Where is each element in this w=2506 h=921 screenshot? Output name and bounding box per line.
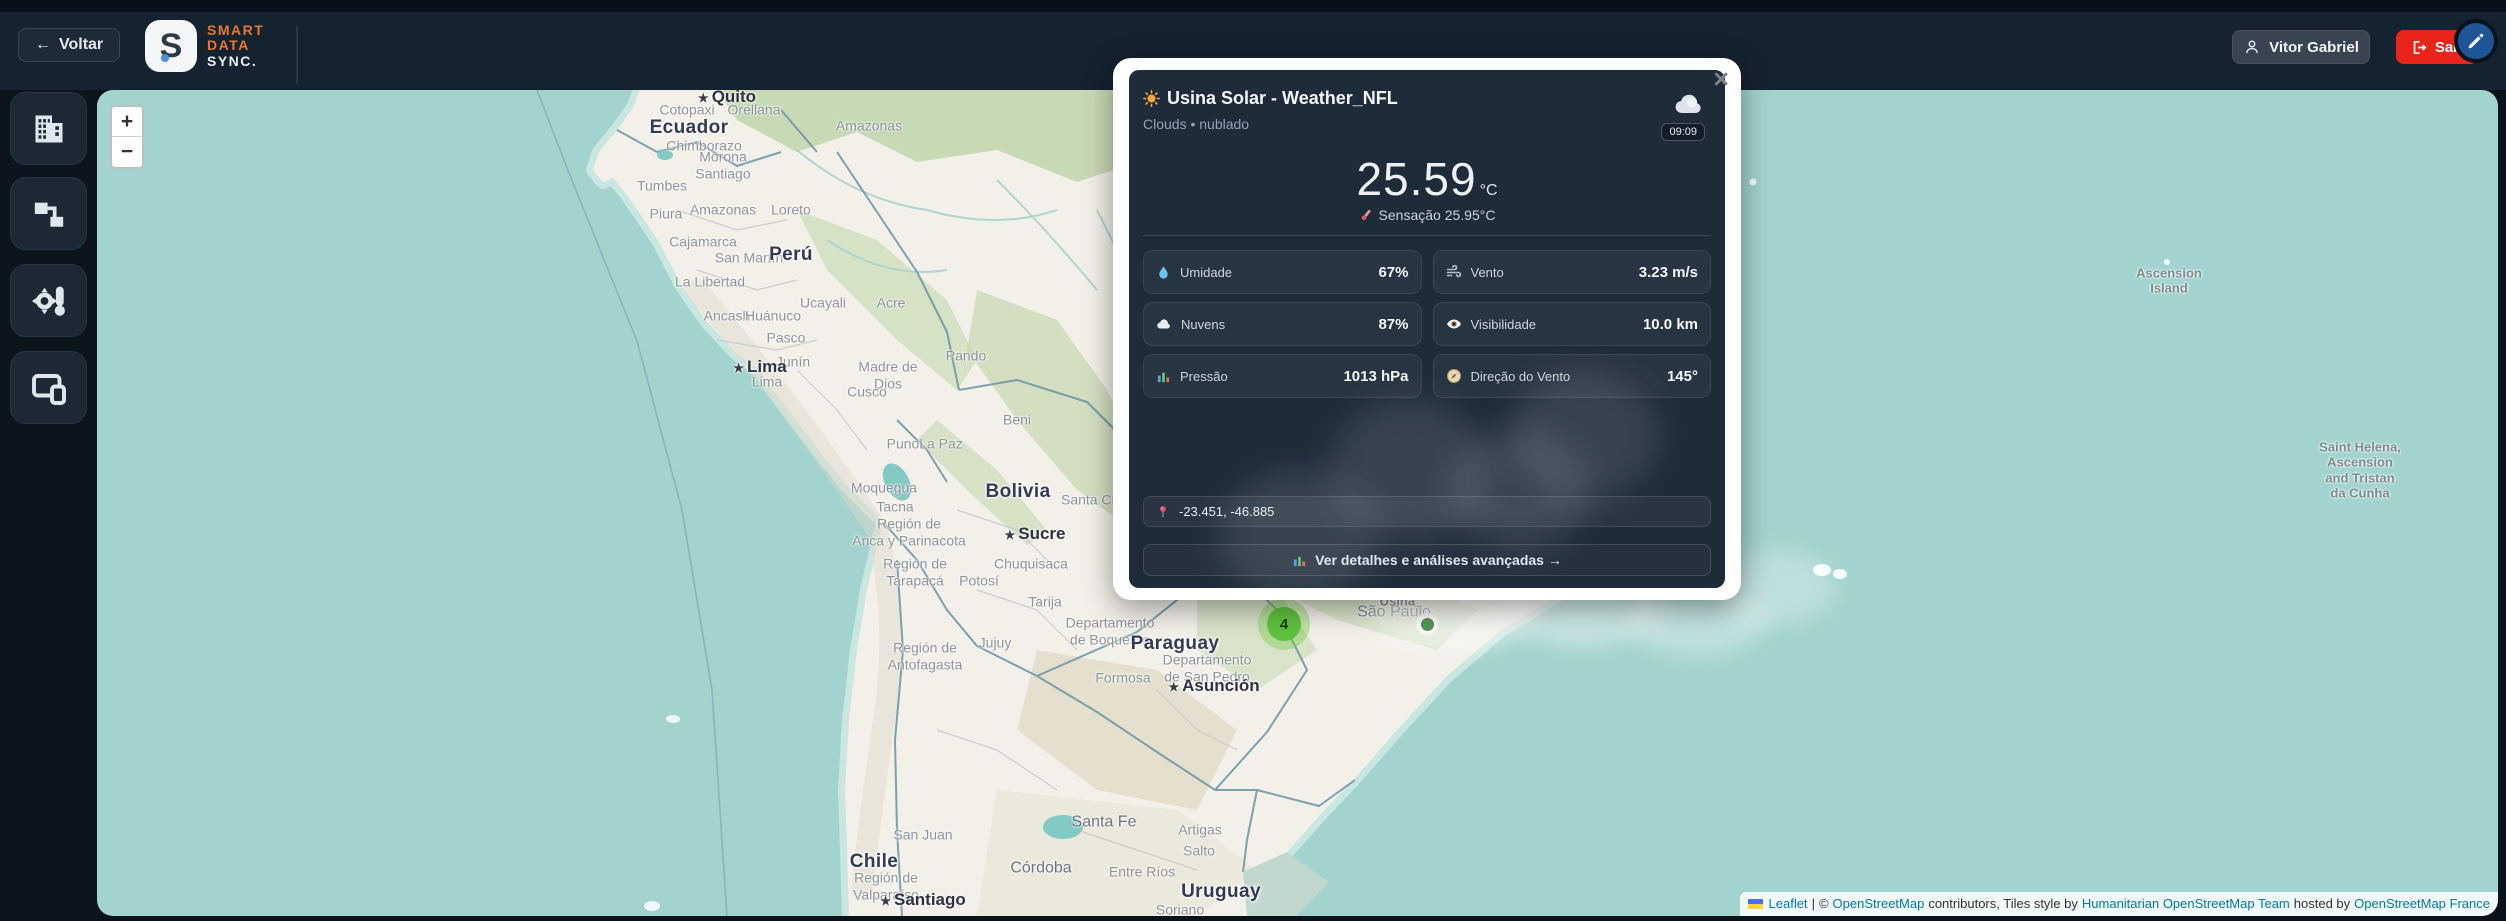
person-icon [2243,38,2261,56]
user-name: Vitor Gabriel [2269,39,2359,56]
header-divider [296,26,298,84]
weather-stat: Vento 3.23 m/s [1433,250,1712,294]
temperature-block: 25.59°C Sensação 25.95°C [1143,155,1711,223]
flow-icon [32,197,66,231]
sidebar-item-flow[interactable] [10,177,87,250]
buildings-icon [31,111,67,147]
logo-badge-icon: S [145,20,197,72]
coordinates-text: -23.451, -46.885 [1179,504,1274,519]
temperature-value: 25.59 [1356,153,1476,205]
weather-stat: Umidade 67% [1143,250,1422,294]
weather-stat: Visibilidade 10.0 km [1433,302,1712,346]
stat-label: Nuvens [1181,317,1225,332]
popup-close-button[interactable]: × [1713,58,1729,101]
weather-stat: Nuvens 87% [1143,302,1422,346]
ukraine-flag-icon [1748,899,1763,909]
zoom-out-button[interactable]: − [112,137,142,167]
weather-stat: Direção do Vento 145° [1433,354,1712,398]
sun-icon [1143,90,1160,107]
eye-icon [1446,316,1462,332]
osmfr-link[interactable]: OpenStreetMap France [2354,896,2490,911]
app-root: ← Voltar S SMART DATA SYNC. Vitor Gabrie… [0,0,2506,921]
details-button[interactable]: Ver detalhes e análises avançadas → [1143,544,1711,576]
marker-cluster[interactable]: 4 [1258,598,1310,650]
stat-value: 3.23 m/s [1639,264,1698,281]
coordinates-box: -23.451, -46.885 [1143,496,1711,527]
edit-fab-button[interactable] [2454,19,2498,63]
app-logo: S SMART DATA SYNC. [145,20,264,72]
chart-icon [1292,553,1307,568]
cloud-icon [1673,88,1705,120]
logo-line-3: SYNC. [207,54,264,69]
stat-value: 145° [1667,368,1698,385]
map-zoom-control: + − [110,105,144,169]
zoom-in-button[interactable]: + [112,107,142,137]
feels-like-text: Sensação 25.95°C [1379,207,1496,223]
cluster-count: 4 [1280,616,1288,633]
logo-line-2: DATA [207,38,264,53]
back-button[interactable]: ← Voltar [18,28,120,62]
sidebar-item-weather-station[interactable] [10,264,87,337]
thermometer-icon [1356,205,1376,225]
cloud-icon [1156,316,1172,332]
osm-link[interactable]: OpenStreetMap [1833,896,1925,911]
weather-popup: × Usina Solar - Weather_NFL Clouds • nub… [1113,58,1741,600]
logo-dot [161,54,169,62]
attribution-copyright: © [1819,896,1829,911]
details-label: Ver detalhes e análises avançadas → [1315,552,1562,568]
attribution-separator: | [1812,896,1815,911]
weather-stats-grid: Umidade 67% Vento 3.23 m/s Nuvens 87% Visibili… [1143,250,1711,398]
window-top-strip [0,0,2506,12]
stat-value: 67% [1378,264,1408,281]
leaflet-link[interactable]: Leaflet [1769,896,1808,911]
stat-value: 10.0 km [1643,316,1698,333]
temperature-unit: °C [1480,182,1498,199]
hot-link[interactable]: Humanitarian OpenStreetMap Team [2082,896,2290,911]
stat-value: 1013 hPa [1343,368,1408,385]
logo-text: SMART DATA SYNC. [207,23,264,68]
pencil-icon [2466,31,2486,51]
attribution-text-2: hosted by [2294,896,2350,911]
devices-icon [31,370,67,406]
back-label: Voltar [59,36,103,54]
stat-label: Direção do Vento [1471,369,1571,384]
attribution-text: contributors, Tiles style by [1928,896,2078,911]
logout-icon [2411,39,2428,56]
plant-marker[interactable] [1416,613,1438,635]
arrow-left-icon: ← [35,36,51,54]
stat-label: Vento [1471,265,1504,280]
user-button[interactable]: Vitor Gabriel [2232,30,2370,64]
map-attribution: Leaflet | © OpenStreetMap contributors, … [1740,892,2498,916]
compass-icon [1446,368,1462,384]
sidebar [0,90,97,921]
wind-icon [1446,264,1462,280]
time-badge: 09:09 [1661,123,1705,141]
weather-stat: Pressão 1013 hPa [1143,354,1422,398]
droplet-icon [1156,265,1171,280]
popup-title: Usina Solar - Weather_NFL [1167,88,1398,109]
stat-label: Umidade [1180,265,1232,280]
weather-card: Usina Solar - Weather_NFL Clouds • nubla… [1129,70,1725,588]
chart-icon [1156,369,1171,384]
logo-line-1: SMART [207,23,264,38]
sidebar-item-buildings[interactable] [10,92,87,165]
sidebar-item-devices[interactable] [10,351,87,424]
weather-station-icon [31,283,67,319]
popup-divider [1143,235,1711,236]
stat-label: Pressão [1180,369,1228,384]
popup-subtitle: Clouds • nublado [1143,116,1398,132]
pin-icon [1156,505,1170,519]
stat-value: 87% [1378,316,1408,333]
stat-label: Visibilidade [1471,317,1537,332]
